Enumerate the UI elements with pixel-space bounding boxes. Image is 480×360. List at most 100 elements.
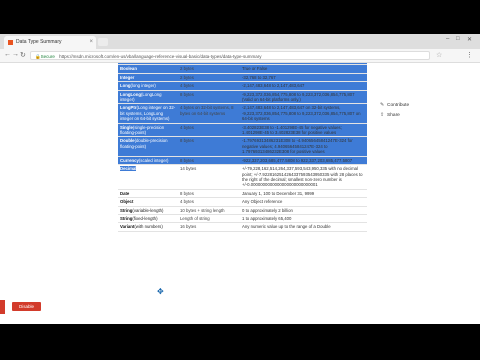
sidebar-item-label: Contribute xyxy=(387,103,410,108)
page-content: Byte1 byte0 to 255Boolean2 bytesTrue or … xyxy=(0,63,480,324)
favicon-icon xyxy=(8,40,13,45)
browser-tab[interactable]: Data Type Summary × xyxy=(4,36,96,49)
type-name[interactable]: String xyxy=(120,208,132,213)
type-cell: Decimal xyxy=(118,164,178,190)
type-cell: Boolean xyxy=(118,64,178,74)
browser-window: Data Type Summary × – □ ✕ ← → ↻ 🔒Secure … xyxy=(0,34,480,324)
bookmark-star-icon[interactable]: ☆ xyxy=(436,51,442,59)
table-row: LongLong(LongLong integer) 8 bytes -9,223,… xyxy=(118,90,367,105)
back-icon[interactable]: ← xyxy=(4,51,11,58)
tab-bar: Data Type Summary × – □ ✕ xyxy=(0,34,480,49)
browser-menu-icon[interactable]: ⋮ xyxy=(466,51,473,59)
address-bar-row: ← → ↻ 🔒Secure https://msdn.microsoft.com… xyxy=(0,49,480,63)
table-row: Single(single-precision floating-point) 4… xyxy=(118,123,367,138)
storage-cell: Length of string xyxy=(178,214,240,224)
storage-cell: 4 bytes xyxy=(178,81,240,91)
sidebar-item-label: Share xyxy=(387,113,400,118)
maximize-icon[interactable]: □ xyxy=(456,36,460,42)
minimize-icon[interactable]: – xyxy=(446,36,449,42)
table-row: Decimal 14 bytes +/-79,228,162,514,264,337… xyxy=(118,164,367,190)
table-row: Double(double-precision floating-point) 8… xyxy=(118,136,367,157)
type-name[interactable]: Date xyxy=(120,191,129,196)
storage-cell: 8 bytes xyxy=(178,156,240,166)
type-name[interactable]: Double xyxy=(120,138,135,143)
storage-cell: 10 bytes + string length xyxy=(178,206,240,215)
type-name[interactable]: Single xyxy=(120,125,133,130)
type-cell: Currency(scaled integer) xyxy=(118,156,178,166)
move-cursor-icon: ✥ xyxy=(157,287,164,296)
range-cell: 1 to approximately 65,400 xyxy=(240,214,367,224)
type-note: (fixed-length) xyxy=(132,215,158,221)
range-cell: -922,337,203,685,477.5808 to 922,337,203… xyxy=(240,156,367,166)
share-icon: ⇪ xyxy=(380,113,385,118)
type-name[interactable]: Currency xyxy=(120,158,139,163)
table-row: LongPtr(Long integer on 32-bit systems, … xyxy=(118,103,367,124)
type-cell: String(fixed-length) xyxy=(118,214,178,224)
storage-cell: 8 bytes xyxy=(178,90,240,105)
table-row: Integer 2 bytes -32,768 to 32,767 xyxy=(118,73,367,83)
secure-label: Secure xyxy=(40,54,55,59)
url-text: https://msdn.microsoft.com/en-us/vba/lan… xyxy=(59,54,262,59)
forward-icon[interactable]: → xyxy=(12,51,19,58)
storage-cell: 2 bytes xyxy=(178,73,240,83)
type-cell: Long(long integer) xyxy=(118,81,178,91)
sidebar-item-share[interactable]: ⇪ Share xyxy=(380,113,409,118)
extension-accent-bar xyxy=(0,300,5,314)
type-name[interactable]: Boolean xyxy=(120,66,137,71)
reload-icon[interactable]: ↻ xyxy=(20,51,26,59)
type-cell: Integer xyxy=(118,73,178,83)
storage-cell: 4 bytes on 32-bit systems, 8 bytes on 64… xyxy=(178,103,240,124)
new-tab-button[interactable] xyxy=(98,38,108,46)
type-name[interactable]: Variant xyxy=(120,224,134,229)
range-cell: Any Object reference xyxy=(240,197,367,207)
contribute-icon: ✎ xyxy=(380,103,385,108)
range-cell: -2,147,483,648 to 2,147,483,647 on 32-bi… xyxy=(240,103,367,124)
type-cell: String(variable-length) xyxy=(118,206,178,215)
table-row: Date 8 bytes January 1, 100 to December 31… xyxy=(118,189,367,199)
type-note: (long integer) xyxy=(130,83,156,89)
storage-cell: 2 bytes xyxy=(178,64,240,74)
type-note: (with numbers) xyxy=(134,224,163,230)
storage-cell: 4 bytes xyxy=(178,197,240,207)
storage-cell: 14 bytes xyxy=(178,164,240,190)
type-cell: LongPtr(Long integer on 32-bit systems, … xyxy=(118,103,178,124)
range-cell: True or False xyxy=(240,64,367,74)
range-cell: 0 to approximately 2 billion xyxy=(240,206,367,215)
type-name[interactable]: Long xyxy=(120,83,131,88)
type-name[interactable]: LongPtr xyxy=(120,105,136,110)
tab-title: Data Type Summary xyxy=(16,39,62,45)
sidebar-actions: ✎ Contribute ⇪ Share xyxy=(380,103,409,123)
range-cell: Any numeric value up to the range of a D… xyxy=(240,222,367,232)
storage-cell: 8 bytes xyxy=(178,189,240,199)
type-name[interactable]: Decimal xyxy=(120,166,137,172)
close-window-icon[interactable]: ✕ xyxy=(467,36,472,43)
type-cell: Double(double-precision floating-point) xyxy=(118,136,178,157)
range-cell: -2,147,483,648 to 2,147,483,647 xyxy=(240,81,367,91)
close-tab-icon[interactable]: × xyxy=(89,36,93,49)
sidebar-item-contribute[interactable]: ✎ Contribute xyxy=(380,103,409,108)
type-name[interactable]: LongLong xyxy=(120,92,141,97)
type-note: (variable-length) xyxy=(132,207,164,213)
type-cell: Single(single-precision floating-point) xyxy=(118,123,178,138)
table-row: Currency(scaled integer) 8 bytes -922,337,… xyxy=(118,156,367,166)
table-row: String(fixed-length) Length of string 1 to… xyxy=(118,214,367,224)
range-cell: January 1, 100 to December 31, 9999 xyxy=(240,189,367,199)
type-cell: Object xyxy=(118,197,178,207)
type-name[interactable]: Object xyxy=(120,199,133,204)
range-cell: -3.402823E38 to -1.401298E-45 for negati… xyxy=(240,123,367,138)
range-cell: +/-79,228,162,514,264,337,593,543,950,33… xyxy=(240,164,367,190)
table-row: Boolean 2 bytes True or False xyxy=(118,64,367,74)
type-cell: Date xyxy=(118,189,178,199)
table-row: Long(long integer) 4 bytes -2,147,483,648 … xyxy=(118,81,367,91)
table-row: String(variable-length) 10 bytes + string… xyxy=(118,206,367,215)
disable-button[interactable]: Disable xyxy=(12,302,41,311)
type-name[interactable]: String xyxy=(120,216,132,221)
url-field[interactable]: 🔒Secure https://msdn.microsoft.com/en-us… xyxy=(30,51,430,60)
data-type-table: Byte1 byte0 to 255Boolean2 bytesTrue or … xyxy=(118,63,367,232)
table-row: Object 4 bytes Any Object reference xyxy=(118,197,367,207)
type-note: (scaled integer) xyxy=(138,157,169,163)
type-cell: LongLong(LongLong integer) xyxy=(118,90,178,105)
secure-indicator: 🔒Secure xyxy=(35,54,55,59)
type-cell: Variant(with numbers) xyxy=(118,222,178,232)
type-name[interactable]: Integer xyxy=(120,75,134,80)
